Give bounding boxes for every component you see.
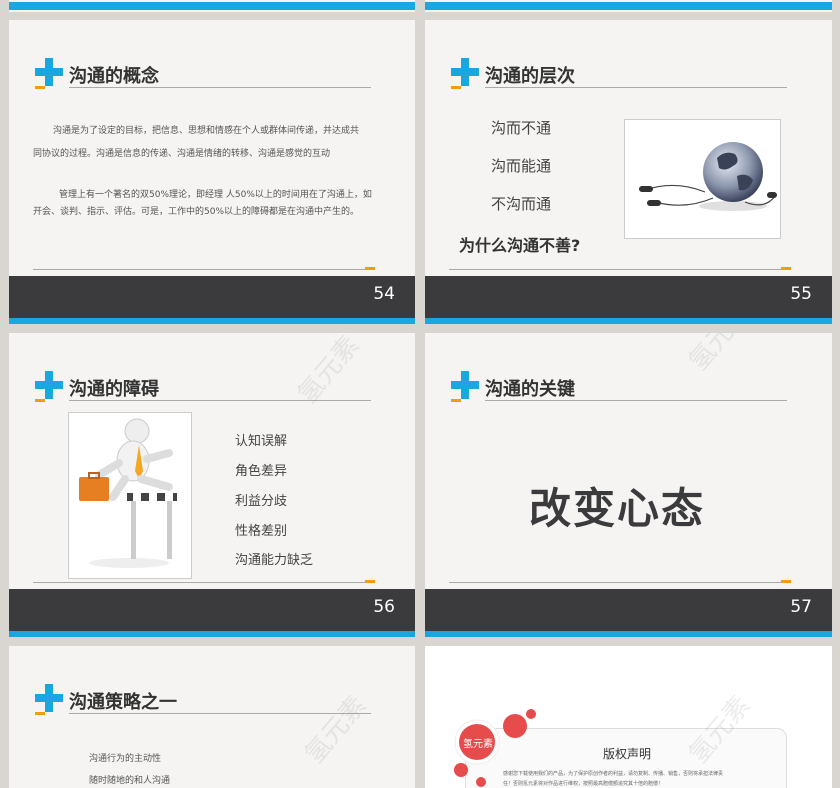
paragraph-line: 沟通是为了设定的目标，把信息、思想和情感在个人或群体间传递，并达成共 (53, 126, 360, 136)
slide-number: 55 (790, 284, 812, 304)
watermark: 氢元素 (299, 690, 373, 770)
prev-slide-right (425, 0, 832, 12)
slide-59[interactable]: 氢元素 版权声明 感谢您下载使用我们的产品，为了保护原创作者的利益，请勿复制、传… (425, 646, 832, 788)
title-rule (69, 400, 371, 401)
slide-58[interactable]: 沟通策略之一 沟通行为的主动性 随时随地的和人沟通 氢元素 (9, 646, 415, 788)
list-item: 沟通行为的主动性 (89, 754, 162, 764)
slide-title: 沟通的概念 (69, 66, 159, 87)
slide-title: 沟通的关键 (485, 379, 575, 400)
list-item: 性格差别 (235, 524, 288, 539)
question-text: 为什么沟通不善? (459, 236, 581, 255)
bottom-rule (449, 269, 789, 270)
list-item: 不沟而通 (491, 195, 552, 213)
key-message: 改变心态 (529, 484, 706, 533)
slide-56[interactable]: 沟通的障碍 认知误解 角色差异 利益分歧 性格差别 沟通能力缺乏 56 (9, 333, 415, 637)
slide-title: 沟通策略之一 (69, 692, 177, 713)
bottom-rule (33, 269, 373, 270)
orange-accent (451, 399, 461, 402)
watermark: 氢元素 (683, 333, 757, 377)
slide-title: 沟通的障碍 (69, 379, 159, 400)
orange-accent (781, 580, 791, 583)
paragraph-line: 开会、谈判、指示、评估。可是，工作中的50%以上的障碍都是在沟通中产生的。 (33, 207, 360, 217)
slide-number: 54 (373, 284, 395, 304)
slide-footer: 56 (9, 589, 415, 631)
slide-title: 沟通的层次 (485, 66, 575, 87)
footer-line (425, 631, 832, 637)
title-rule (485, 87, 787, 88)
list-item: 沟而不通 (491, 119, 552, 137)
slide-55[interactable]: 沟通的层次 沟而不通 沟而能通 不沟而通 为什么沟通不善? 55 (425, 20, 832, 324)
plus-icon (35, 371, 63, 399)
list-item: 随时随地的和人沟通 (89, 776, 171, 786)
plus-icon (35, 58, 63, 86)
orange-accent (35, 399, 45, 402)
list-item: 角色差异 (235, 464, 288, 479)
orange-accent (365, 580, 375, 583)
title-rule (485, 400, 787, 401)
paragraph-line: 管理上有一个著名的双50%理论，即经理 人50%以上的时间用在了沟通上，如 (59, 190, 372, 200)
orange-accent (781, 267, 791, 270)
slide-number: 56 (373, 597, 395, 617)
footer-line (425, 318, 832, 324)
slide-number: 57 (790, 597, 812, 617)
plus-icon (451, 371, 479, 399)
orange-accent (365, 267, 375, 270)
list-item: 沟通能力缺乏 (235, 553, 314, 568)
list-item: 利益分歧 (235, 494, 288, 509)
slide-54[interactable]: 沟通的概念 沟通是为了设定的目标，把信息、思想和情感在个人或群体间传递，并达成共… (9, 20, 415, 324)
footer-line (9, 318, 415, 324)
copyright-heading: 版权声明 (603, 747, 652, 761)
list-item: 认知误解 (235, 434, 288, 449)
bottom-rule (33, 582, 373, 583)
prev-slide-left (9, 0, 415, 12)
bottom-rule (449, 582, 789, 583)
slide-footer: 55 (425, 276, 832, 318)
title-rule (69, 87, 371, 88)
orange-accent (35, 86, 45, 89)
orange-accent (451, 86, 461, 89)
globe-image (624, 119, 781, 239)
orange-accent (35, 712, 45, 715)
slide-footer: 54 (9, 276, 415, 318)
hurdle-figure-image (68, 412, 192, 579)
copyright-line: 任！否则氢元素将对作品进行维权，按照最高赔偿额追究其十倍的赔偿！ (503, 781, 664, 787)
paragraph-line: 同协议的过程。沟通是信息的传递、沟通是情绪的转移、沟通是感觉的互动 (33, 149, 331, 159)
slide-57[interactable]: 沟通的关键 改变心态 氢元素 57 (425, 333, 832, 637)
plus-icon (451, 58, 479, 86)
footer-line (9, 631, 415, 637)
slide-footer: 57 (425, 589, 832, 631)
list-item: 沟而能通 (491, 157, 552, 175)
badge-text: 氢元素 (463, 739, 493, 750)
copyright-line: 感谢您下载使用我们的产品，为了保护原创作者的利益，请勿复制、传播、销售，否则将承… (503, 771, 724, 777)
plus-icon (35, 684, 63, 712)
